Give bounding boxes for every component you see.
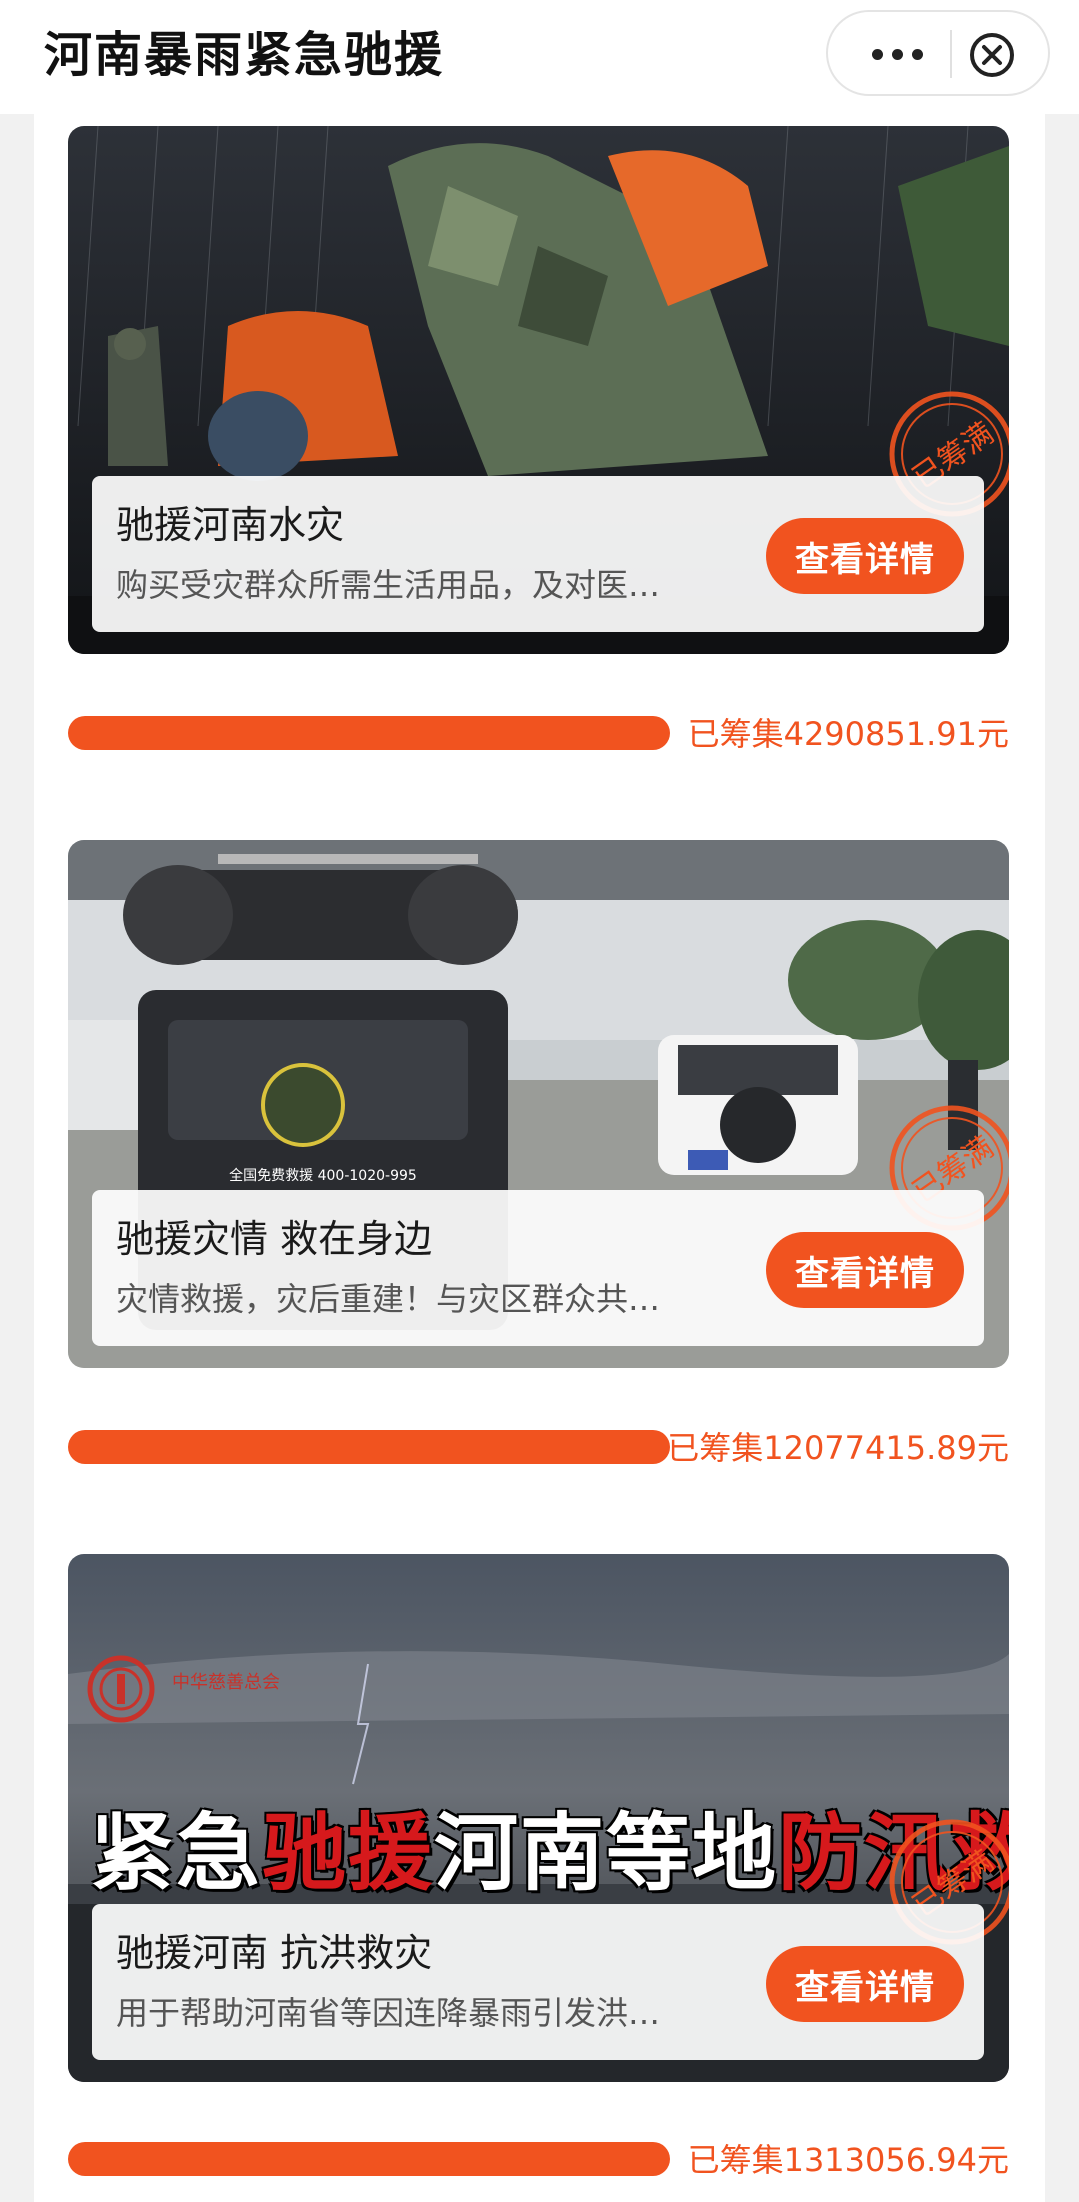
project-info-panel: 驰援河南水灾 购买受灾群众所需生活用品，及对医… 查看详情	[92, 476, 984, 632]
slogan-part: 驰援	[262, 1803, 435, 1902]
raised-amount: 已筹集12077415.89元	[667, 1429, 1009, 1467]
close-circle-icon[interactable]	[967, 30, 1017, 80]
project-description: 购买受灾群众所需生活用品，及对医…	[116, 566, 661, 604]
page-title: 河南暴雨紧急驰援	[44, 27, 445, 83]
progress-bar	[68, 2142, 670, 2176]
project-title: 驰援河南水灾	[116, 503, 345, 547]
mini-program-capsule	[826, 10, 1050, 96]
raised-amount: 已筹集1313056.94元	[687, 2141, 1009, 2179]
project-card[interactable]: 全国免费救援 400-1020-995 已筹满 驰援灾情 救在身边 灾情救援，灾…	[68, 840, 1009, 1368]
view-details-button[interactable]: 查看详情	[766, 1946, 964, 2022]
project-info-panel: 驰援灾情 救在身边 灾情救援，灾后重建！与灾区群众共… 查看详情	[92, 1190, 984, 1346]
project-title: 驰援河南 抗洪救灾	[116, 1931, 433, 1975]
progress-bar	[68, 1430, 670, 1464]
banner-slogan: 紧急驰援河南等地防汛救灾	[90, 1786, 1009, 1907]
capsule-divider	[950, 30, 952, 78]
slogan-part: 紧急	[90, 1803, 263, 1902]
raised-amount: 已筹集4290851.91元	[687, 715, 1009, 753]
view-details-button[interactable]: 查看详情	[766, 1232, 964, 1308]
charity-logo-icon	[87, 1655, 155, 1723]
project-title: 驰援灾情 救在身边	[116, 1217, 433, 1261]
project-description: 灾情救援，灾后重建！与灾区群众共…	[116, 1280, 661, 1318]
charity-org-name: 中华慈善总会	[172, 1672, 280, 1693]
view-details-button[interactable]: 查看详情	[766, 518, 964, 594]
project-card[interactable]: 已筹满 驰援河南水灾 购买受灾群众所需生活用品，及对医… 查看详情	[68, 126, 1009, 654]
van-hotline: 全国免费救援 400-1020-995	[229, 1167, 417, 1184]
progress-bar	[68, 716, 670, 750]
slogan-part: 河南等地	[434, 1803, 779, 1902]
project-info-panel: 驰援河南 抗洪救灾 用于帮助河南省等因连降暴雨引发洪… 查看详情	[92, 1904, 984, 2060]
project-card[interactable]: 中华慈善总会 紧急驰援河南等地防汛救灾 已筹满 驰援河南 抗洪救灾 用于帮助河南…	[68, 1554, 1009, 2082]
nav-bar: 河南暴雨紧急驰援	[0, 0, 1079, 114]
more-dots-icon[interactable]	[856, 26, 938, 82]
project-description: 用于帮助河南省等因连降暴雨引发洪…	[116, 1994, 661, 2032]
